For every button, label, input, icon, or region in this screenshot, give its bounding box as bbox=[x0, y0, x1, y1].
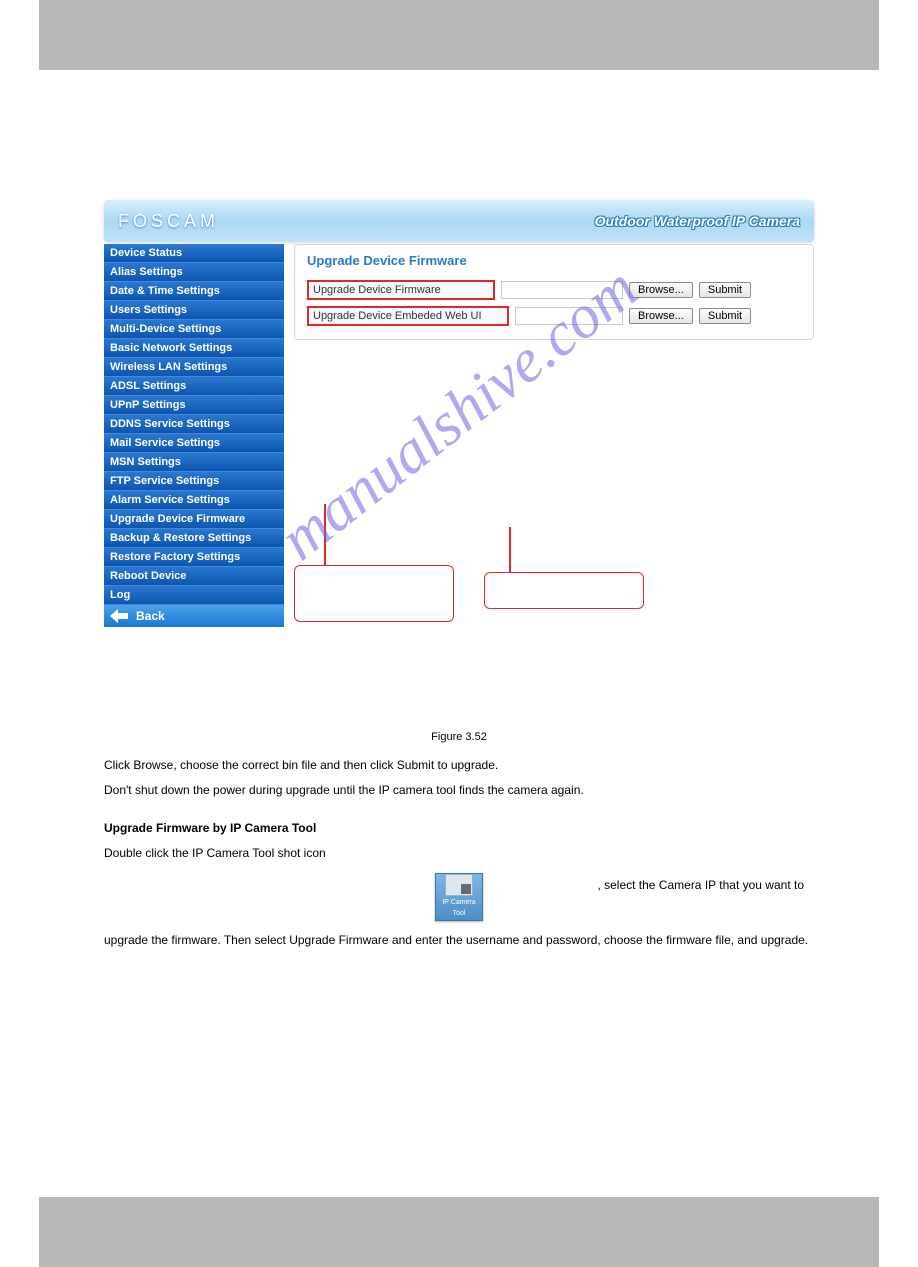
file-input-firmware[interactable] bbox=[501, 281, 623, 299]
sidebar-item-ddns-service-settings[interactable]: DDNS Service Settings bbox=[104, 415, 284, 434]
label-upgrade-firmware: Upgrade Device Firmware bbox=[307, 280, 495, 300]
row-upgrade-firmware: Upgrade Device Firmware Browse... Submit bbox=[307, 280, 801, 300]
sidebar-item-log[interactable]: Log bbox=[104, 586, 284, 605]
row-upgrade-webui: Upgrade Device Embeded Web UI Browse... … bbox=[307, 306, 801, 326]
back-button[interactable]: Back bbox=[104, 605, 284, 627]
sidebar-item-ftp-service-settings[interactable]: FTP Service Settings bbox=[104, 472, 284, 491]
paragraph-3: Double click the IP Camera Tool shot ico… bbox=[104, 845, 814, 862]
paragraph-1: Click Browse, choose the correct bin fil… bbox=[104, 757, 814, 774]
file-input-webui[interactable] bbox=[515, 307, 623, 325]
document-top-bar bbox=[39, 0, 879, 70]
sidebar-item-alarm-service-settings[interactable]: Alarm Service Settings bbox=[104, 491, 284, 510]
sidebar-item-backup-restore-settings[interactable]: Backup & Restore Settings bbox=[104, 529, 284, 548]
sidebar-item-wireless-lan-settings[interactable]: Wireless LAN Settings bbox=[104, 358, 284, 377]
sidebar-item-reboot-device[interactable]: Reboot Device bbox=[104, 567, 284, 586]
document-wrapper: manualshive.com FOSCAM Outdoor Waterproo… bbox=[104, 200, 814, 627]
header-tagline: Outdoor Waterproof IP Camera bbox=[595, 213, 800, 229]
sidebar-item-msn-settings[interactable]: MSN Settings bbox=[104, 453, 284, 472]
callout-connector-1 bbox=[324, 504, 326, 565]
sidebar-item-alias-settings[interactable]: Alias Settings bbox=[104, 263, 284, 282]
ip-camera-tool-icon-label: IP Camera Tool bbox=[436, 898, 482, 918]
sidebar-item-mail-service-settings[interactable]: Mail Service Settings bbox=[104, 434, 284, 453]
sidebar-item-basic-network-settings[interactable]: Basic Network Settings bbox=[104, 339, 284, 358]
sidebar-item-restore-factory-settings[interactable]: Restore Factory Settings bbox=[104, 548, 284, 567]
browse-button-webui[interactable]: Browse... bbox=[629, 308, 693, 324]
callout-right bbox=[484, 572, 644, 609]
figure-caption: Figure 3.52 bbox=[0, 731, 918, 743]
panel-title: Upgrade Device Firmware bbox=[307, 253, 801, 268]
document-bottom-bar bbox=[39, 1197, 879, 1267]
callout-connector-2 bbox=[509, 527, 511, 572]
back-label: Back bbox=[136, 609, 165, 623]
sidebar-item-date-time-settings[interactable]: Date & Time Settings bbox=[104, 282, 284, 301]
sidebar-item-upgrade-device-firmware[interactable]: Upgrade Device Firmware bbox=[104, 510, 284, 529]
paragraph-4: upgrade the firmware. Then select Upgrad… bbox=[104, 932, 814, 949]
submit-button-firmware[interactable]: Submit bbox=[699, 282, 751, 298]
main-panel: Upgrade Device Firmware Upgrade Device F… bbox=[294, 244, 814, 340]
body-text: Click Browse, choose the correct bin fil… bbox=[104, 757, 814, 949]
submit-button-webui[interactable]: Submit bbox=[699, 308, 751, 324]
callout-left bbox=[294, 565, 454, 622]
sidebar-item-device-status[interactable]: Device Status bbox=[104, 244, 284, 263]
heading-upgrade-tool: Upgrade Firmware by IP Camera Tool bbox=[104, 820, 814, 837]
sidebar-item-adsl-settings[interactable]: ADSL Settings bbox=[104, 377, 284, 396]
callout-left-text bbox=[295, 566, 453, 576]
sidebar-item-users-settings[interactable]: Users Settings bbox=[104, 301, 284, 320]
back-arrow-icon bbox=[110, 609, 128, 623]
sidebar: Device Status Alias Settings Date & Time… bbox=[104, 244, 284, 627]
label-upgrade-webui: Upgrade Device Embeded Web UI bbox=[307, 306, 509, 326]
callout-right-text bbox=[485, 573, 643, 583]
logo: FOSCAM bbox=[118, 211, 219, 232]
sidebar-item-multi-device-settings[interactable]: Multi-Device Settings bbox=[104, 320, 284, 339]
browse-button-firmware[interactable]: Browse... bbox=[629, 282, 693, 298]
app-header: FOSCAM Outdoor Waterproof IP Camera bbox=[104, 200, 814, 242]
paragraph-3b: , select the Camera IP that you want to bbox=[484, 877, 804, 894]
ip-camera-tool-icon: IP Camera Tool bbox=[435, 873, 483, 921]
sidebar-item-upnp-settings[interactable]: UPnP Settings bbox=[104, 396, 284, 415]
paragraph-2: Don't shut down the power during upgrade… bbox=[104, 782, 814, 799]
